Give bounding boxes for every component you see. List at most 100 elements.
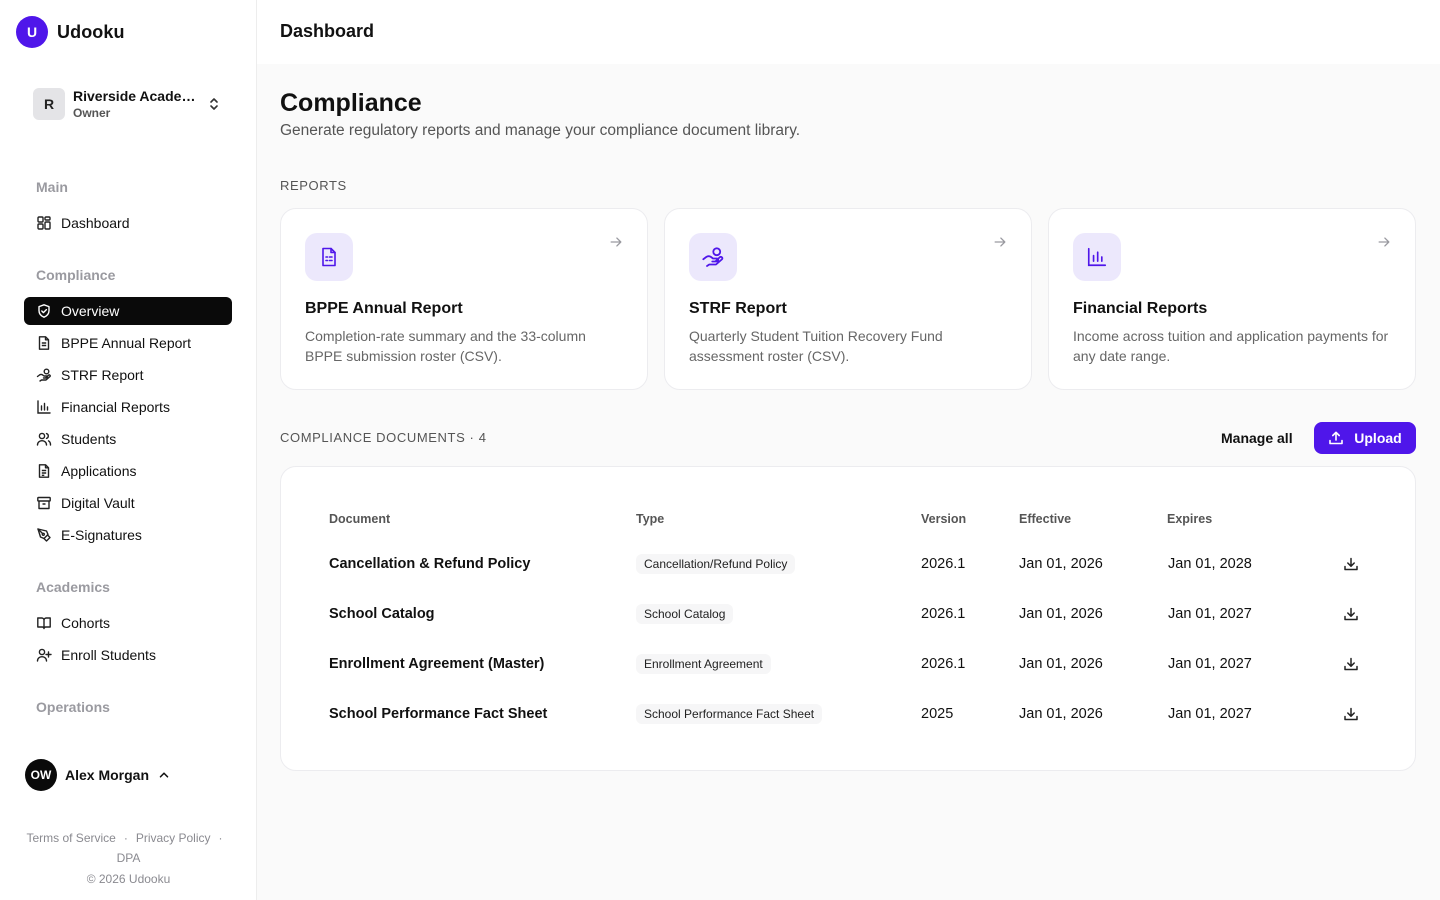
expires-date: Jan 01, 2027 — [1168, 606, 1252, 622]
brand[interactable]: U Udooku — [16, 16, 125, 48]
user-menu[interactable]: OW Alex Morgan — [25, 759, 171, 791]
sidebar-item-label: Financial Reports — [61, 399, 170, 415]
org-avatar: R — [33, 88, 65, 120]
table-row[interactable]: Enrollment Agreement (Master) Enrollment… — [281, 639, 1415, 689]
report-card-bppe[interactable]: BPPE Annual Report Completion-rate summa… — [280, 208, 648, 390]
type-badge: School Catalog — [636, 604, 734, 624]
card-title: STRF Report — [689, 300, 787, 317]
sidebar: U Udooku R Riverside Academ... Owner Mai… — [0, 0, 257, 900]
upload-label: Upload — [1354, 430, 1402, 446]
table-row[interactable]: School Catalog School Catalog 2026.1 Jan… — [281, 589, 1415, 639]
sidebar-item-bppe-annual-report[interactable]: BPPE Annual Report — [24, 329, 232, 357]
download-icon[interactable] — [1343, 606, 1359, 622]
report-card-financial[interactable]: Financial Reports Income across tuition … — [1048, 208, 1416, 390]
sidebar-item-strf-report[interactable]: STRF Report — [24, 361, 232, 389]
sidebar-item-overview[interactable]: Overview — [24, 297, 232, 325]
brand-name: Udooku — [57, 21, 125, 42]
dpa-link[interactable]: DPA — [117, 851, 141, 865]
card-description: Income across tuition and application pa… — [1073, 328, 1389, 364]
documents-table: Document Type Version Effective Expires … — [280, 466, 1416, 771]
arrow-right-icon — [993, 235, 1007, 249]
sidebar-item-applications[interactable]: Applications — [24, 457, 232, 485]
version: 2026.1 — [921, 656, 966, 672]
manage-all-button[interactable]: Manage all — [1207, 422, 1307, 454]
document-name: Cancellation & Refund Policy — [329, 556, 531, 572]
users-icon — [36, 431, 52, 447]
sidebar-item-dashboard[interactable]: Dashboard — [24, 209, 232, 237]
bar-chart-icon — [36, 399, 52, 415]
brand-logo: U — [16, 16, 48, 48]
footer-links: Terms of Service · Privacy Policy · DPA — [26, 831, 223, 865]
sidebar-item-students[interactable]: Students — [24, 425, 232, 453]
nav-section-compliance: Compliance — [36, 267, 116, 283]
bar-chart-icon — [1073, 233, 1121, 281]
download-icon[interactable] — [1343, 656, 1359, 672]
layout-grid-icon — [36, 215, 52, 231]
archive-icon — [36, 495, 52, 511]
pen-tool-icon — [36, 527, 52, 543]
sidebar-item-label: Overview — [61, 303, 120, 319]
copyright: © 2026 Udooku — [86, 872, 171, 886]
download-icon[interactable] — [1343, 556, 1359, 572]
sidebar-item-financial-reports[interactable]: Financial Reports — [24, 393, 232, 421]
table-row[interactable]: Cancellation & Refund Policy Cancellatio… — [281, 539, 1415, 589]
org-name: Riverside Academ... — [73, 88, 203, 104]
card-description: Completion-rate summary and the 33-colum… — [305, 328, 586, 364]
hand-coins-icon — [36, 367, 52, 383]
card-title: Financial Reports — [1073, 300, 1208, 317]
terms-link[interactable]: Terms of Service — [26, 831, 115, 845]
privacy-link[interactable]: Privacy Policy — [136, 831, 211, 845]
sidebar-item-cohorts[interactable]: Cohorts — [24, 609, 232, 637]
topbar: Dashboard — [257, 0, 1440, 64]
column-header-document[interactable]: Document — [329, 512, 390, 526]
sidebar-item-label: Students — [61, 431, 117, 447]
document-name: Enrollment Agreement (Master) — [329, 656, 545, 672]
nav-section-academics: Academics — [36, 579, 110, 595]
sidebar-item-label: Applications — [61, 463, 137, 479]
expires-date: Jan 01, 2027 — [1168, 656, 1252, 672]
upload-button[interactable]: Upload — [1314, 422, 1416, 454]
report-card-strf[interactable]: STRF Report Quarterly Student Tuition Re… — [664, 208, 1032, 390]
chevron-up-icon — [157, 768, 171, 782]
document-name: School Performance Fact Sheet — [329, 706, 548, 722]
type-badge: Enrollment Agreement — [636, 654, 771, 674]
version: 2026.1 — [921, 606, 966, 622]
card-description: Quarterly Student Tuition Recovery Fund … — [689, 328, 943, 364]
chevrons-up-down-icon — [206, 96, 222, 112]
nav-section-operations: Operations — [36, 699, 110, 715]
sidebar-item-enroll-students[interactable]: Enroll Students — [24, 641, 232, 669]
expires-date: Jan 01, 2028 — [1168, 556, 1252, 572]
shield-check-icon — [36, 303, 52, 319]
org-role: Owner — [73, 106, 111, 120]
arrow-right-icon — [609, 235, 623, 249]
hand-coins-icon — [689, 233, 737, 281]
effective-date: Jan 01, 2026 — [1019, 606, 1103, 622]
sidebar-item-label: BPPE Annual Report — [61, 335, 191, 351]
file-text-icon — [36, 335, 52, 351]
download-icon[interactable] — [1343, 706, 1359, 722]
avatar: OW — [25, 759, 57, 791]
effective-date: Jan 01, 2026 — [1019, 556, 1103, 572]
file-lines-icon — [36, 463, 52, 479]
sidebar-item-label: Digital Vault — [61, 495, 135, 511]
documents-section-label: COMPLIANCE DOCUMENTS · 4 — [280, 430, 487, 445]
card-title: BPPE Annual Report — [305, 300, 463, 317]
sidebar-item-label: E-Signatures — [61, 527, 142, 543]
column-header-type[interactable]: Type — [636, 512, 664, 526]
book-open-icon — [36, 615, 52, 631]
reports-section-label: REPORTS — [280, 178, 347, 193]
nav-section-main: Main — [36, 179, 68, 195]
sidebar-item-digital-vault[interactable]: Digital Vault — [24, 489, 232, 517]
column-header-expires[interactable]: Expires — [1167, 512, 1212, 526]
org-switcher[interactable]: R Riverside Academ... Owner — [24, 80, 232, 128]
effective-date: Jan 01, 2026 — [1019, 656, 1103, 672]
user-plus-icon — [36, 647, 52, 663]
page-subtitle: Generate regulatory reports and manage y… — [280, 122, 801, 139]
sidebar-item-e-signatures[interactable]: E-Signatures — [24, 521, 232, 549]
column-header-effective[interactable]: Effective — [1019, 512, 1071, 526]
sidebar-item-label: Enroll Students — [61, 647, 156, 663]
table-row[interactable]: School Performance Fact Sheet School Per… — [281, 689, 1415, 739]
document-name: School Catalog — [329, 606, 435, 622]
column-header-version[interactable]: Version — [921, 512, 966, 526]
version: 2025 — [921, 706, 954, 722]
